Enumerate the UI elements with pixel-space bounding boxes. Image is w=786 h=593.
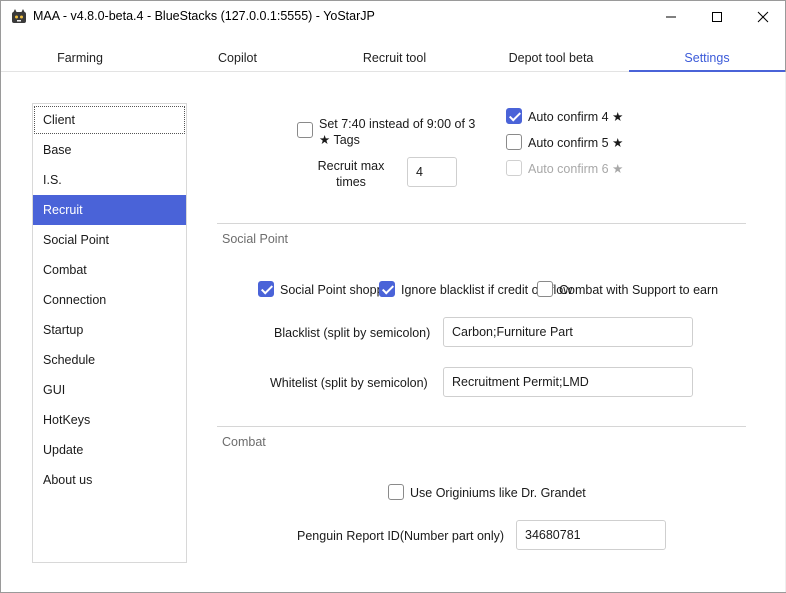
penguin-report-label: Penguin Report ID(Number part only): [297, 529, 505, 543]
sidebar-item-schedule[interactable]: Schedule: [33, 345, 186, 375]
tab-farming[interactable]: Farming: [1, 43, 159, 72]
auto-confirm-6-checkbox: [506, 160, 522, 176]
ignore-blacklist-label: Ignore blacklist if credit ov: [401, 283, 545, 297]
whitelist-input[interactable]: Recruitment Permit;LMD: [443, 367, 693, 397]
minimize-button[interactable]: [648, 1, 694, 33]
recruit-max-times-label: Recruit max times: [317, 159, 385, 189]
tab-recruit-tool[interactable]: Recruit tool: [316, 43, 473, 72]
sidebar-item-hotkeys[interactable]: HotKeys: [33, 405, 186, 435]
social-point-section-title: Social Point: [222, 232, 289, 246]
auto-confirm-6-label: Auto confirm 6 ★: [528, 162, 624, 176]
penguin-report-input[interactable]: 34680781: [516, 520, 666, 550]
window-title: MAA - v4.8.0-beta.4 - BlueStacks (127.0.…: [33, 9, 375, 23]
combat-divider: [217, 426, 746, 427]
auto-confirm-4-label: Auto confirm 4 ★: [528, 110, 624, 124]
blacklist-input[interactable]: Carbon;Furniture Part: [443, 317, 693, 347]
blacklist-label: Blacklist (split by semicolon): [274, 326, 431, 340]
auto-confirm-5-checkbox[interactable]: [506, 134, 522, 150]
sidebar-item-startup[interactable]: Startup: [33, 315, 186, 345]
combat-section-title: Combat: [222, 435, 266, 449]
settings-sidebar: Client Base I.S. Recruit Social Point Co…: [32, 103, 187, 563]
sidebar-item-recruit[interactable]: Recruit: [33, 195, 186, 225]
main-window: MAA - v4.8.0-beta.4 - BlueStacks (127.0.…: [0, 0, 786, 593]
tab-depot-tool[interactable]: Depot tool beta: [473, 43, 629, 72]
sidebar-item-base[interactable]: Base: [33, 135, 186, 165]
sidebar-item-gui[interactable]: GUI: [33, 375, 186, 405]
maximize-button[interactable]: [694, 1, 740, 33]
sidebar-item-client[interactable]: Client: [33, 105, 186, 135]
use-originiums-checkbox[interactable]: [388, 484, 404, 500]
minimize-icon: [666, 16, 676, 18]
sidebar-item-update[interactable]: Update: [33, 435, 186, 465]
main-tabs: Farming Copilot Recruit tool Depot tool …: [1, 43, 785, 72]
auto-confirm-5-label: Auto confirm 5 ★: [528, 136, 624, 150]
sidebar-item-social-point[interactable]: Social Point: [33, 225, 186, 255]
close-button[interactable]: [740, 1, 786, 33]
use-originiums-label: Use Originiums like Dr. Grandet: [410, 486, 586, 500]
maa-logo-icon: [12, 9, 26, 23]
active-tab-indicator: [629, 70, 785, 72]
set-740-label: Set 7:40 instead of 9:00 of 3 ★ Tags: [319, 117, 476, 147]
tab-copilot[interactable]: Copilot: [159, 43, 316, 72]
social-point-divider: [217, 223, 746, 224]
sidebar-item-connection[interactable]: Connection: [33, 285, 186, 315]
sidebar-item-combat[interactable]: Combat: [33, 255, 186, 285]
close-icon: [757, 11, 769, 23]
recruit-max-times-input[interactable]: 4: [407, 157, 457, 187]
set-740-checkbox[interactable]: [297, 122, 313, 138]
combat-support-label: Combat with Support to earn: [559, 283, 719, 297]
title-bar[interactable]: MAA - v4.8.0-beta.4 - BlueStacks (127.0.…: [1, 1, 785, 33]
tab-settings[interactable]: Settings: [629, 43, 785, 72]
combat-support-checkbox[interactable]: [537, 281, 553, 297]
ignore-blacklist-checkbox[interactable]: [379, 281, 395, 297]
sidebar-item-is[interactable]: I.S.: [33, 165, 186, 195]
maximize-icon: [712, 12, 722, 22]
whitelist-label: Whitelist (split by semicolon): [270, 376, 428, 390]
sidebar-item-about-us[interactable]: About us: [33, 465, 186, 495]
social-point-shopping-checkbox[interactable]: [258, 281, 274, 297]
auto-confirm-4-checkbox[interactable]: [506, 108, 522, 124]
social-point-shopping-label: Social Point shopp: [280, 283, 384, 297]
